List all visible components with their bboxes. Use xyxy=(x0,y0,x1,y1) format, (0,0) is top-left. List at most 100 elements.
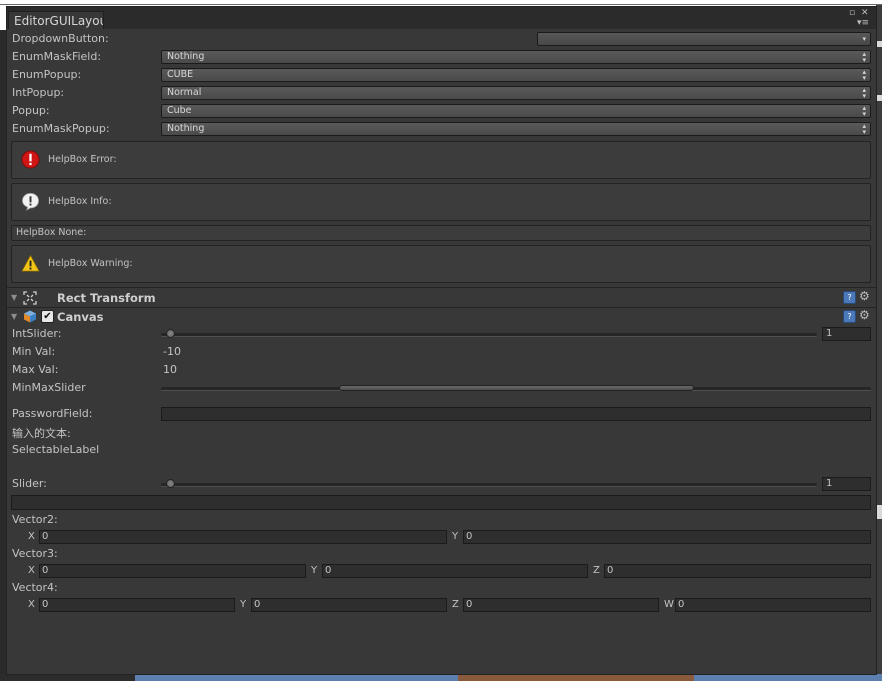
vector2-fields: X 0 Y 0 xyxy=(7,528,876,546)
dropdown-button-label: DropdownButton: xyxy=(12,32,109,45)
dropdown-button[interactable]: ▾ xyxy=(537,32,871,46)
window-menu-icon[interactable]: ▾≡ xyxy=(857,19,869,28)
int-popup-label: IntPopup: xyxy=(12,86,65,99)
vector3-y-label: Y xyxy=(311,565,318,576)
component-buttons: ? ⚙ xyxy=(843,308,873,323)
int-slider-label: IntSlider: xyxy=(12,327,62,340)
enum-mask-field-popup[interactable]: Nothing ▴ ▾ xyxy=(161,50,871,64)
window-tab-bar: EditorGUILayou ▫ ✕ ▾≡ xyxy=(7,7,876,29)
vector3-fields: X 0 Y 0 Z 0 xyxy=(7,562,876,580)
int-popup-row: IntPopup: Normal ▴ ▾ xyxy=(7,84,876,102)
slider-value-field[interactable]: 1 xyxy=(822,477,871,491)
vector3-row: Vector3: xyxy=(7,545,876,563)
background-top-line xyxy=(0,4,882,5)
up-down-arrows-icon: ▴ ▾ xyxy=(862,104,866,118)
dropdown-button-row: DropdownButton: ▾ xyxy=(7,30,876,48)
window-tab[interactable]: EditorGUILayou xyxy=(8,11,104,29)
enum-mask-popup-value: Nothing xyxy=(167,123,205,134)
password-field-row: PasswordField: xyxy=(7,405,876,423)
int-popup[interactable]: Normal ▴ ▾ xyxy=(161,86,871,100)
gear-icon[interactable]: ⚙ xyxy=(859,289,870,303)
vector3-x-label: X xyxy=(28,565,35,576)
int-slider-track[interactable] xyxy=(161,333,817,337)
input-text-row: 输入的文本: xyxy=(7,423,876,441)
component-separator xyxy=(7,287,876,288)
vector2-y-field[interactable]: 0 xyxy=(463,530,871,544)
warning-icon xyxy=(21,254,40,272)
enum-popup[interactable]: CUBE ▴ ▾ xyxy=(161,68,871,82)
enum-mask-field-label: EnumMaskField: xyxy=(12,50,102,63)
min-val-row: Min Val: -10 xyxy=(7,343,876,361)
selectable-label-row: SelectableLabel xyxy=(7,441,876,459)
canvas-header[interactable]: ▼ ✔ Canvas ? ⚙ xyxy=(7,308,876,326)
password-field-label: PasswordField: xyxy=(12,407,93,420)
helpbox-warning-text: HelpBox Warning: xyxy=(48,258,133,269)
vector4-y-field[interactable]: 0 xyxy=(251,598,447,612)
popup-value: Cube xyxy=(167,105,192,116)
vector3-z-field[interactable]: 0 xyxy=(604,564,871,578)
min-val-value: -10 xyxy=(163,345,181,358)
minmax-slider-label: MinMaxSlider xyxy=(12,381,86,394)
max-val-value: 10 xyxy=(163,363,177,376)
vector3-x-field[interactable]: 0 xyxy=(39,564,306,578)
empty-text-field[interactable] xyxy=(11,495,871,510)
vector2-x-label: X xyxy=(28,531,35,542)
helpbox-none: HelpBox None: xyxy=(11,225,871,241)
rect-transform-icon xyxy=(23,291,37,305)
close-icon[interactable]: ✕ xyxy=(861,8,869,18)
vector4-y-label: Y xyxy=(240,599,247,610)
vector4-label: Vector4: xyxy=(12,581,58,594)
enum-popup-label: EnumPopup: xyxy=(12,68,82,81)
enum-mask-popup[interactable]: Nothing ▴ ▾ xyxy=(161,122,871,136)
vector4-z-label: Z xyxy=(452,599,459,610)
vector4-w-label: W xyxy=(664,599,674,610)
vector4-row: Vector4: xyxy=(7,579,876,597)
popup[interactable]: Cube ▴ ▾ xyxy=(161,104,871,118)
vector2-row: Vector2: xyxy=(7,511,876,529)
up-down-arrows-icon: ▴ ▾ xyxy=(862,50,866,64)
up-down-arrows-icon: ▴ ▾ xyxy=(862,68,866,82)
vector2-y-label: Y xyxy=(452,531,459,542)
help-icon[interactable]: ? xyxy=(843,291,856,304)
chevron-down-icon: ▾ xyxy=(862,35,866,43)
window-content: DropdownButton: ▾ EnumMaskField: Nothing… xyxy=(7,29,876,674)
enum-popup-value: CUBE xyxy=(167,69,194,80)
popup-label: Popup: xyxy=(12,104,50,117)
vector4-w-field[interactable]: 0 xyxy=(675,598,871,612)
enum-popup-row: EnumPopup: CUBE ▴ ▾ xyxy=(7,66,876,84)
selectable-label[interactable]: SelectableLabel xyxy=(12,443,99,456)
int-slider-value-field[interactable]: 1 xyxy=(822,327,871,341)
gear-icon[interactable]: ⚙ xyxy=(859,308,870,322)
vector2-x-field[interactable]: 0 xyxy=(39,530,447,544)
canvas-title: Canvas xyxy=(57,310,104,324)
error-icon xyxy=(21,150,40,169)
minmax-slider-range[interactable] xyxy=(338,385,694,391)
vector4-z-field[interactable]: 0 xyxy=(463,598,659,612)
help-icon[interactable]: ? xyxy=(843,310,856,323)
slider-label: Slider: xyxy=(12,477,47,490)
enum-mask-field-row: EnumMaskField: Nothing ▴ ▾ xyxy=(7,48,876,66)
up-down-arrows-icon: ▴ ▾ xyxy=(862,86,866,100)
vector3-y-field[interactable]: 0 xyxy=(322,564,588,578)
popup-row: Popup: Cube ▴ ▾ xyxy=(7,102,876,120)
slider-row: Slider: 1 xyxy=(7,475,876,493)
enum-mask-popup-row: EnumMaskPopup: Nothing ▴ ▾ xyxy=(7,120,876,138)
int-popup-value: Normal xyxy=(167,87,202,98)
max-val-label: Max Val: xyxy=(12,363,59,376)
foldout-arrow-icon[interactable]: ▼ xyxy=(11,293,17,302)
password-field[interactable] xyxy=(161,407,871,421)
rect-transform-header[interactable]: ▼ Rect Transform ? ⚙ xyxy=(7,289,876,307)
vector4-fields: X 0 Y 0 Z 0 W 0 xyxy=(7,596,876,614)
vector4-x-field[interactable]: 0 xyxy=(39,598,235,612)
slider-track[interactable] xyxy=(161,483,817,487)
maximize-icon[interactable]: ▫ xyxy=(849,8,855,18)
canvas-enabled-checkbox[interactable]: ✔ xyxy=(41,310,54,323)
helpbox-info-text: HelpBox Info: xyxy=(48,196,112,207)
min-val-label: Min Val: xyxy=(12,345,56,358)
enum-mask-popup-label: EnumMaskPopup: xyxy=(12,122,110,135)
helpbox-warning: HelpBox Warning: xyxy=(11,245,871,283)
scene-view-figure xyxy=(458,674,694,681)
max-val-row: Max Val: 10 xyxy=(7,361,876,379)
vector2-label: Vector2: xyxy=(12,513,58,526)
foldout-arrow-icon[interactable]: ▼ xyxy=(11,312,17,321)
